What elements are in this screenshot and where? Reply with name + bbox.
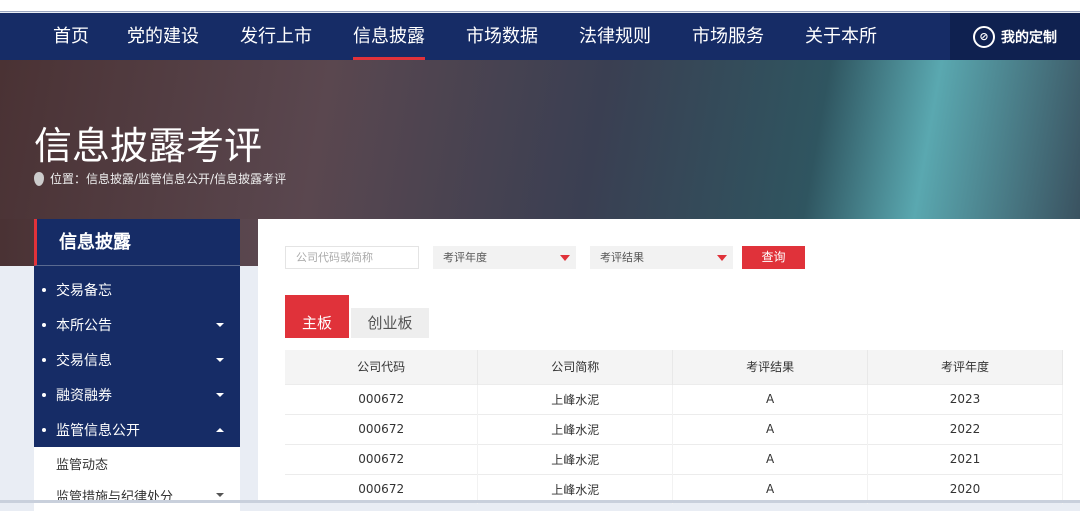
- sidebar-item-label: 融资融券: [56, 387, 112, 404]
- evaluation-table: 公司代码 公司简称 考评结果 考评年度 000672 上峰水泥 A 2023 0006…: [285, 350, 1063, 504]
- tab-main-board[interactable]: 主板: [285, 295, 349, 338]
- col-header-name: 公司简称: [477, 350, 674, 384]
- cell-name: 上峰水泥: [477, 383, 674, 414]
- content-panel: 公司代码或简称 考评年度 考评结果 查询 主板 创业板 公司代码 公司简称 考评…: [258, 219, 1080, 504]
- bullet-icon: [42, 427, 46, 432]
- bullet-icon: [42, 287, 46, 292]
- bullet-icon: [42, 392, 46, 397]
- sidebar-item-label: 交易备忘: [56, 282, 112, 299]
- cell-year: 2023: [867, 383, 1063, 414]
- nav-disclosure[interactable]: 信息披露: [353, 13, 425, 60]
- nav-listing[interactable]: 发行上市: [240, 13, 312, 60]
- breadcrumb-path[interactable]: 信息披露/监管信息公开/信息披露考评: [86, 170, 286, 187]
- year-select-label: 考评年度: [443, 251, 487, 264]
- result-select-label: 考评结果: [600, 251, 644, 264]
- table-row: 000672 上峰水泥 A 2022: [285, 413, 1063, 444]
- sidebar-item-regulatory[interactable]: 监管信息公开: [34, 412, 240, 447]
- breadcrumb-prefix: 位置：: [50, 172, 87, 186]
- nav-about[interactable]: 关于本所: [805, 13, 877, 60]
- nav-market-data[interactable]: 市场数据: [466, 13, 538, 60]
- sidebar-item-announcements[interactable]: 本所公告: [34, 307, 240, 342]
- nav-home[interactable]: 首页: [53, 13, 89, 60]
- banner: 信息披露考评 位置： 信息披露/监管信息公开/信息披露考评: [0, 60, 1080, 219]
- caret-up-icon: [216, 427, 224, 432]
- sidebar-item-label: 本所公告: [56, 317, 112, 334]
- nav-services[interactable]: 市场服务: [692, 13, 764, 60]
- cell-code: 000672: [285, 383, 479, 414]
- col-header-code: 公司代码: [285, 350, 479, 384]
- cell-name: 上峰水泥: [477, 443, 674, 474]
- cell-result: A: [672, 443, 869, 474]
- breadcrumb: 位置： 信息披露/监管信息公开/信息披露考评: [34, 170, 286, 187]
- col-header-result: 考评结果: [672, 350, 869, 384]
- table-row: 000672 上峰水泥 A 2023: [285, 383, 1063, 414]
- bullet-icon: [42, 322, 46, 327]
- cell-code: 000672: [285, 443, 479, 474]
- cell-year: 2021: [867, 443, 1063, 474]
- main-nav: 首页 党的建设 发行上市 信息披露 市场数据 法律规则 市场服务 关于本所 ⊘ …: [0, 13, 1080, 60]
- sidebar-item-trade-memo[interactable]: 交易备忘: [34, 272, 240, 307]
- cell-year: 2022: [867, 413, 1063, 444]
- sidebar-item-label: 监管信息公开: [56, 422, 140, 439]
- sidebar: 信息披露 交易备忘 本所公告 交易信息 融资融券 监管信息公开 监管动态 监管措…: [34, 219, 240, 511]
- tab-chinext[interactable]: 创业板: [351, 308, 429, 338]
- cell-result: A: [672, 413, 869, 444]
- dropdown-arrow-icon: [717, 255, 727, 261]
- top-strip: [0, 0, 1080, 12]
- sidebar-item-label: 交易信息: [56, 352, 112, 369]
- cell-name: 上峰水泥: [477, 413, 674, 444]
- caret-down-icon: [216, 493, 224, 497]
- query-button[interactable]: 查询: [742, 246, 805, 269]
- location-pin-icon: [34, 171, 44, 186]
- year-select[interactable]: 考评年度: [433, 246, 576, 269]
- cell-code: 000672: [285, 413, 479, 444]
- bullet-icon: [42, 357, 46, 362]
- cell-result: A: [672, 383, 869, 414]
- compass-icon: ⊘: [973, 25, 995, 48]
- my-custom-label: 我的定制: [1001, 29, 1057, 46]
- caret-down-icon: [216, 357, 224, 362]
- sidebar-item-trade-info[interactable]: 交易信息: [34, 342, 240, 377]
- caret-down-icon: [216, 392, 224, 397]
- my-custom-button[interactable]: ⊘ 我的定制: [950, 13, 1080, 60]
- sidebar-sub-item-measures[interactable]: 监管措施与纪律处分: [34, 479, 240, 511]
- nav-party[interactable]: 党的建设: [127, 13, 199, 60]
- table-row: 000672 上峰水泥 A 2021: [285, 443, 1063, 474]
- dropdown-arrow-icon: [560, 255, 570, 261]
- page-title: 信息披露考评: [34, 124, 263, 168]
- caret-down-icon: [216, 322, 224, 327]
- sidebar-title: 信息披露: [34, 219, 240, 266]
- col-header-year: 考评年度: [867, 350, 1063, 384]
- sidebar-item-margin[interactable]: 融资融券: [34, 377, 240, 412]
- sidebar-sub-item[interactable]: 监管动态: [34, 447, 240, 479]
- nav-rules[interactable]: 法律规则: [579, 13, 651, 60]
- company-search-input[interactable]: 公司代码或简称: [285, 246, 419, 269]
- result-select[interactable]: 考评结果: [590, 246, 733, 269]
